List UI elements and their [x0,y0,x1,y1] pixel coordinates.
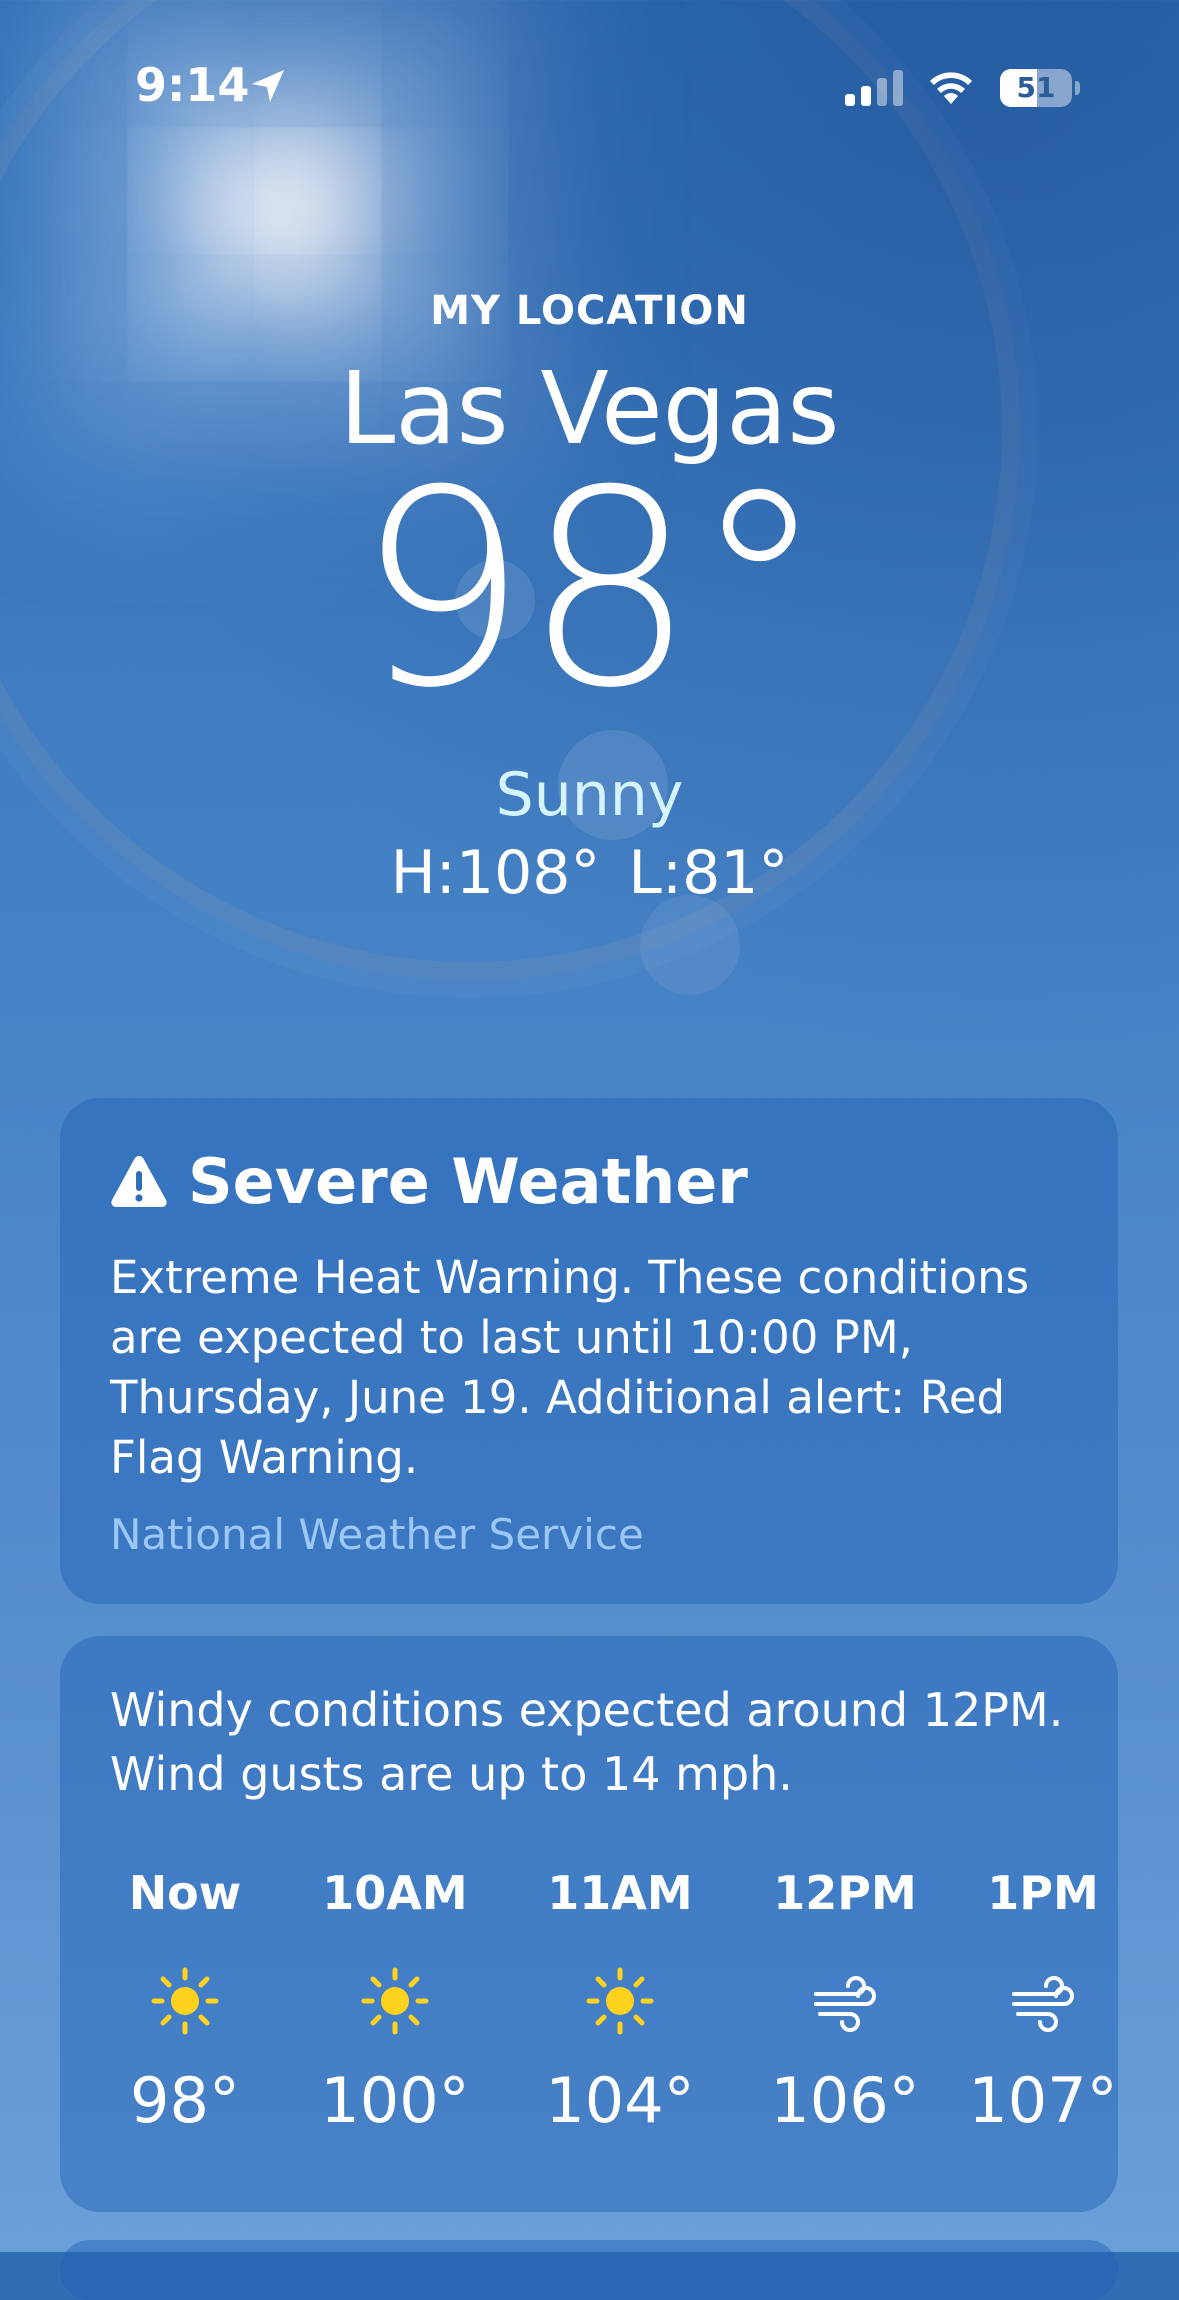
wind-icon [814,1976,876,2032]
next-card-peek [60,2240,1118,2300]
hour-item: 12PM 106° [770,1866,920,2196]
high-low: H:108° L:81° [0,838,1179,908]
hour-item: 1PM 107° [968,1866,1118,2196]
wifi-icon [930,72,972,104]
severe-weather-card[interactable]: Severe Weather Extreme Heat Warning. The… [60,1098,1118,1604]
warning-icon [111,1156,167,1207]
sun-icon [361,1967,429,2035]
high-temp: H:108° [390,838,601,908]
hourly-forecast-row[interactable]: Now 98° 10AM 100° 11AM 104° 12PM 106° 1P… [110,1866,1118,2196]
sun-icon [151,1967,219,2035]
location-arrow-icon [252,70,284,102]
hour-temp: 98° [130,2064,240,2137]
alert-header: Severe Weather [110,1144,748,1218]
wind-icon [1012,1976,1074,2032]
status-bar: 9:14 51 [0,0,1179,130]
cellular-signal-icon [845,70,903,106]
alert-body: Extreme Heat Warning. These conditions a… [110,1251,1030,1484]
hour-temp: 106° [770,2064,920,2137]
low-temp: L:81° [628,838,789,908]
hour-label: 12PM [773,1866,917,1920]
alert-source-link[interactable]: National Weather Service [110,1510,644,1559]
location-label: MY LOCATION [430,288,749,334]
sun-icon [586,1967,654,2035]
battery-percent: 51 [1016,71,1056,104]
hour-temp: 107° [968,2064,1118,2137]
status-time: 9:14 [135,58,250,112]
hour-temp: 100° [320,2064,470,2137]
alert-title: Severe Weather [188,1144,748,1218]
hour-item: 10AM 100° [320,1866,470,2196]
lens-flare [640,895,740,995]
battery-icon: 51 [1000,69,1080,107]
hour-item: 11AM 104° [545,1866,695,2196]
hour-label: Now [128,1866,242,1920]
condition-text: Sunny [495,760,684,830]
hour-label: 10AM [322,1866,468,1920]
hourly-summary: Windy conditions expected around 12PM. W… [110,1683,1064,1801]
hour-label: 11AM [547,1866,693,1920]
hourly-forecast-card: Windy conditions expected around 12PM. W… [60,1636,1118,2212]
hour-label: 1PM [987,1866,1099,1920]
hour-temp: 104° [545,2064,695,2137]
current-temperature: 98° [356,432,827,747]
hour-item: Now 98° [110,1866,260,2196]
